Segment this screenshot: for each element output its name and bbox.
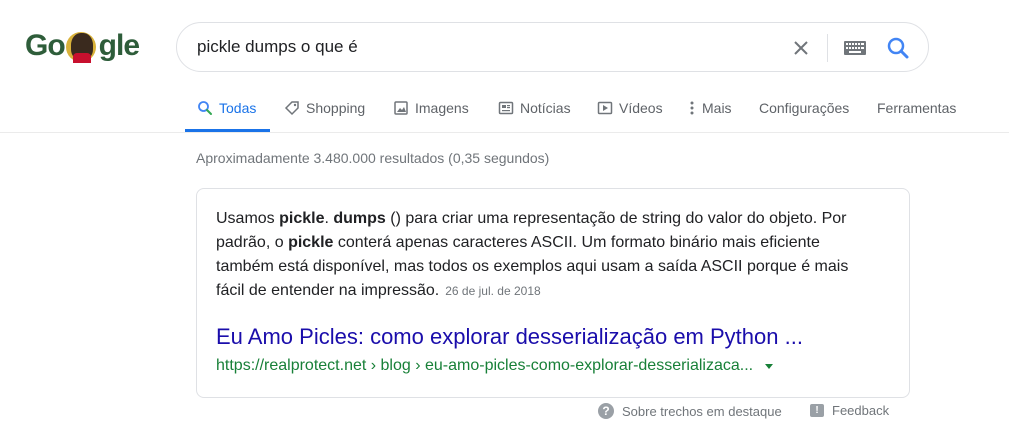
snippet-keyword: pickle — [288, 234, 334, 251]
snippet-segment: Usamos — [216, 210, 280, 227]
search-icon — [197, 100, 213, 116]
about-featured-snippets-link[interactable]: ? Sobre trechos em destaque — [598, 403, 782, 419]
result-stats: Aproximadamente 3.480.000 resultados (0,… — [196, 150, 550, 166]
result-url-text[interactable]: https://realprotect.net › blog › eu-amo-… — [216, 357, 753, 375]
search-icon[interactable] — [885, 35, 911, 61]
more-vert-icon — [688, 100, 696, 116]
snippet-keyword: pickle — [279, 210, 325, 227]
snippet-text: Usamos pickle. dumps () para criar uma r… — [216, 207, 876, 303]
news-icon — [498, 100, 514, 116]
tab-videos[interactable]: Vídeos — [597, 100, 663, 116]
keyboard-icon[interactable] — [843, 40, 867, 56]
chevron-down-icon[interactable] — [765, 363, 774, 369]
google-logo[interactable]: Go gle — [25, 28, 140, 64]
tab-imagens[interactable]: Imagens — [393, 100, 469, 116]
tab-label: Imagens — [415, 100, 469, 116]
tab-label: Todas — [219, 100, 257, 116]
tab-label: Mais — [702, 100, 732, 116]
snippet-date: 26 de jul. de 2018 — [445, 284, 541, 298]
help-icon: ? — [598, 403, 614, 419]
about-label: Sobre trechos em destaque — [622, 403, 782, 419]
tab-todas[interactable]: Todas — [197, 100, 256, 116]
search-box — [176, 22, 929, 72]
result-url: https://realprotect.net › blog › eu-amo-… — [216, 357, 774, 375]
tab-shopping[interactable]: Shopping — [284, 100, 365, 116]
tab-mais[interactable]: Mais — [688, 100, 732, 116]
active-tab-indicator — [185, 129, 270, 132]
tab-noticias[interactable]: Notícias — [498, 100, 571, 116]
tab-label: Vídeos — [619, 100, 663, 116]
tab-label: Shopping — [306, 100, 366, 116]
tab-ferramentas[interactable]: Ferramentas — [877, 100, 956, 116]
logo-text-end: gle — [98, 29, 140, 62]
search-tabs: Todas Shopping Imagens Notícias Vídeos M… — [0, 86, 1009, 133]
video-icon — [597, 100, 613, 116]
tab-label: Configurações — [759, 100, 850, 116]
snippet-keyword: dumps — [333, 210, 386, 227]
image-icon — [393, 100, 409, 116]
result-title-link[interactable]: Eu Amo Picles: como explorar desserializ… — [216, 324, 803, 350]
tab-configuracoes[interactable]: Configurações — [759, 100, 849, 116]
tab-label: Notícias — [520, 100, 571, 116]
doodle-portrait-icon — [63, 29, 101, 63]
search-divider — [827, 34, 828, 62]
tab-label: Ferramentas — [877, 100, 957, 116]
search-input[interactable] — [197, 37, 757, 57]
feedback-icon: ! — [810, 404, 824, 417]
featured-snippet: Usamos pickle. dumps () para criar uma r… — [196, 188, 910, 398]
feedback-link[interactable]: ! Feedback — [810, 403, 889, 418]
logo-text-start: Go — [25, 29, 66, 62]
feedback-label: Feedback — [832, 403, 890, 418]
close-icon[interactable] — [789, 36, 813, 60]
tag-icon — [284, 100, 300, 116]
